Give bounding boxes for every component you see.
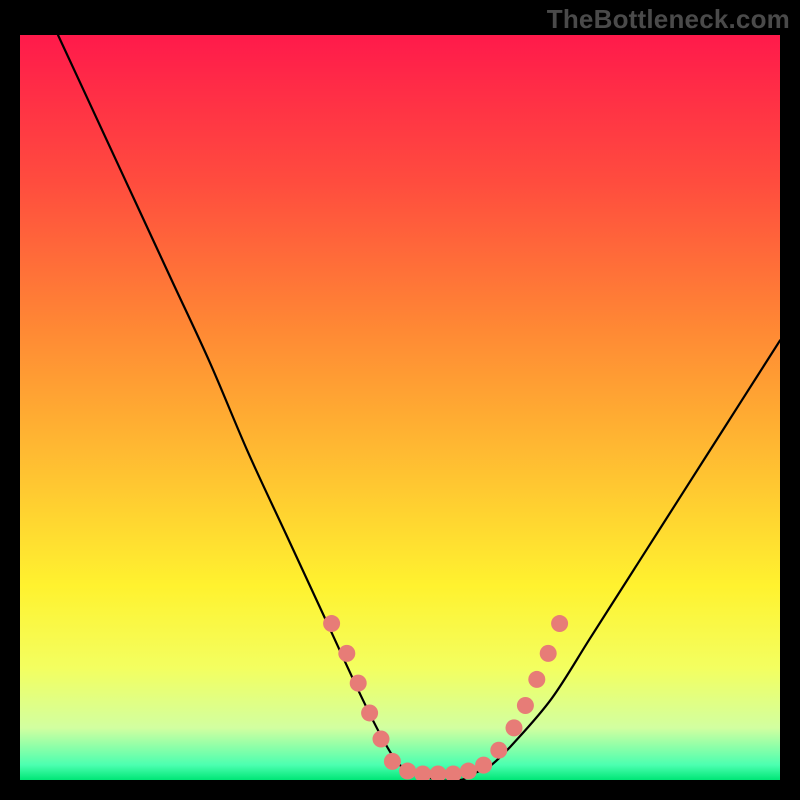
- highlight-dot: [506, 719, 523, 736]
- highlight-dot: [384, 753, 401, 770]
- highlight-dot: [517, 697, 534, 714]
- highlight-dot: [475, 757, 492, 774]
- bottleneck-chart: [20, 35, 780, 780]
- watermark-text: TheBottleneck.com: [547, 4, 790, 35]
- highlight-dot: [490, 742, 507, 759]
- highlight-dot: [551, 615, 568, 632]
- highlight-dot: [540, 645, 557, 662]
- chart-root: TheBottleneck.com: [0, 0, 800, 800]
- highlight-dot: [373, 731, 390, 748]
- highlight-dot: [350, 675, 367, 692]
- gradient-panel: [20, 35, 780, 780]
- highlight-dot: [361, 704, 378, 721]
- highlight-dot: [460, 763, 477, 780]
- highlight-dot: [528, 671, 545, 688]
- highlight-dot: [338, 645, 355, 662]
- highlight-dot: [323, 615, 340, 632]
- highlight-dot: [399, 763, 416, 780]
